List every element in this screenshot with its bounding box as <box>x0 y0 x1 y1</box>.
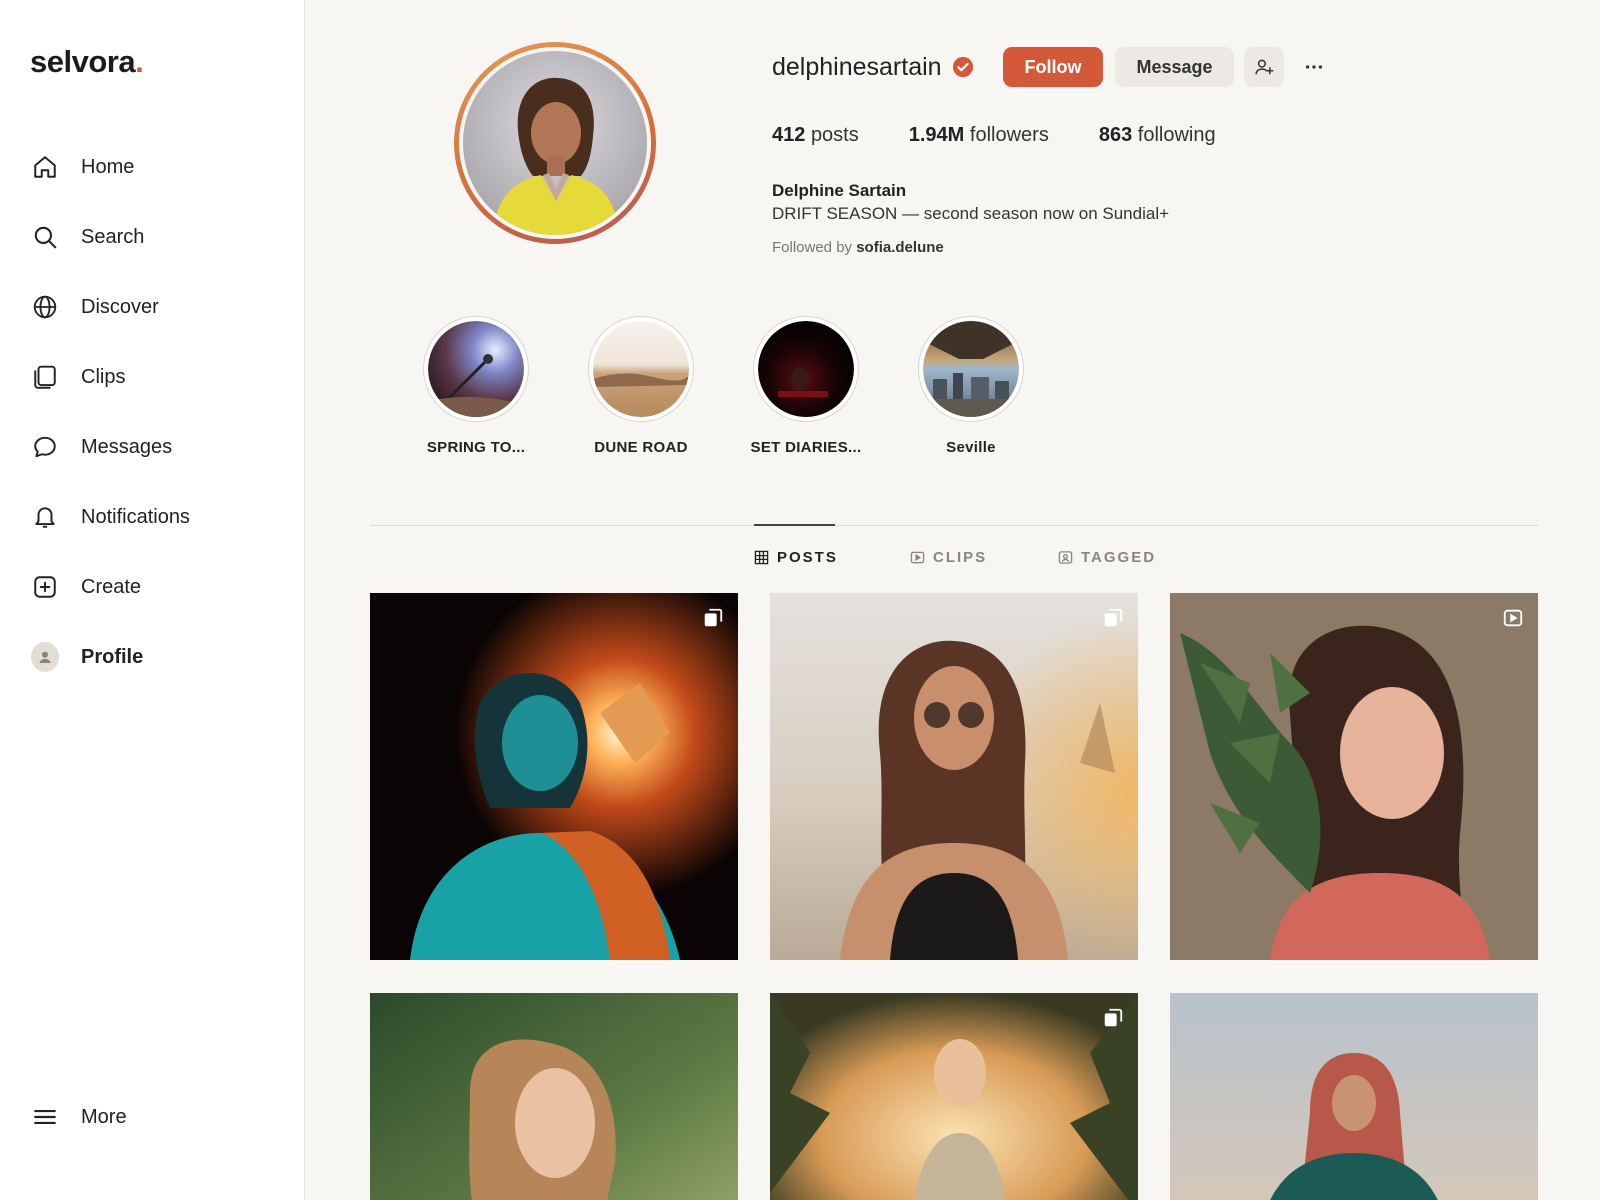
globe-icon <box>31 293 59 321</box>
sidebar-item-label: Profile <box>81 645 144 668</box>
clip-play-icon <box>1502 607 1524 634</box>
sidebar-item-label: Create <box>81 575 142 598</box>
highlight-cover <box>923 321 1019 417</box>
hamburger-menu-icon <box>31 1103 59 1131</box>
sidebar-item-more[interactable]: More <box>0 1082 304 1152</box>
sidebar-nav: Home Search Discover Clips Messages Noti… <box>0 132 304 692</box>
sidebar-item-label: Clips <box>81 365 126 388</box>
sidebar-item-profile[interactable]: Profile <box>0 622 304 692</box>
profile-avatar-ring[interactable] <box>454 42 656 244</box>
active-tab-indicator <box>754 524 835 526</box>
highlight-cover <box>428 321 524 417</box>
profile-bio: DRIFT SEASON — second season now on Sund… <box>772 204 1170 223</box>
post-image <box>370 993 738 1200</box>
post-image <box>770 993 1138 1200</box>
highlight-item[interactable]: SPRING TO... <box>411 316 541 456</box>
highlight-label: SET DIARIES... <box>750 439 862 456</box>
add-user-icon <box>1254 57 1274 77</box>
sidebar-item-label: Home <box>81 155 135 178</box>
tab-clips[interactable]: CLIPS <box>910 549 987 566</box>
highlight-cover <box>758 321 854 417</box>
profile-display-name: Delphine Sartain <box>772 181 907 200</box>
brand-dot: . <box>135 44 144 79</box>
highlight-item[interactable]: SET DIARIES... <box>741 316 871 456</box>
home-icon <box>31 153 59 181</box>
followed-by: Followed by sofia.delune <box>772 239 944 256</box>
sidebar: selvora. Home Search Discover Clips Mess… <box>0 0 305 1200</box>
plus-square-icon <box>31 573 59 601</box>
highlight-item[interactable]: DUNE ROAD <box>576 316 706 456</box>
sidebar-item-label: Notifications <box>81 505 190 528</box>
tag-person-icon <box>1058 550 1073 565</box>
sidebar-item-notifications[interactable]: Notifications <box>0 482 304 552</box>
carousel-icon <box>702 607 724 634</box>
tab-label: POSTS <box>777 549 838 566</box>
profile-avatar <box>463 51 647 235</box>
highlight-cover <box>593 321 689 417</box>
message-bubble-icon <box>31 433 59 461</box>
suggest-user-button[interactable] <box>1244 47 1284 87</box>
clip-play-icon <box>910 550 925 565</box>
highlight-label: SPRING TO... <box>426 439 526 456</box>
profile-username: delphinesartain <box>772 52 942 81</box>
post-tile[interactable] <box>770 593 1138 960</box>
tab-posts[interactable]: POSTS <box>754 549 838 566</box>
sidebar-item-messages[interactable]: Messages <box>0 412 304 482</box>
followed-by-user-link[interactable]: sofia.delune <box>856 239 944 256</box>
posts-count: 412 posts <box>772 124 859 146</box>
post-image <box>1170 593 1538 960</box>
bell-icon <box>31 503 59 531</box>
sidebar-item-clips[interactable]: Clips <box>0 342 304 412</box>
highlight-label: Seville <box>946 439 996 456</box>
highlight-item[interactable]: Seville <box>906 316 1036 456</box>
sidebar-item-home[interactable]: Home <box>0 132 304 202</box>
followers-count[interactable]: 1.94M followers <box>909 124 1049 147</box>
post-tile[interactable] <box>370 993 738 1200</box>
profile-stats: 412 posts 1.94M followers 863 following <box>772 124 1266 147</box>
post-image <box>770 593 1138 960</box>
post-tile[interactable] <box>1170 993 1538 1200</box>
verified-badge-icon <box>952 56 974 78</box>
sidebar-item-create[interactable]: Create <box>0 552 304 622</box>
carousel-icon <box>1102 607 1124 634</box>
post-image <box>1170 993 1538 1200</box>
tab-tagged[interactable]: TAGGED <box>1058 549 1156 566</box>
brand-logo[interactable]: selvora. <box>30 44 144 80</box>
avatar <box>31 642 59 672</box>
carousel-icon <box>1102 1007 1124 1034</box>
sidebar-item-label: Messages <box>81 435 173 458</box>
tab-label: CLIPS <box>933 549 988 566</box>
post-image <box>370 593 738 960</box>
sidebar-item-label: Discover <box>81 295 159 318</box>
sidebar-item-label: More <box>81 1105 127 1128</box>
following-count[interactable]: 863 following <box>1099 124 1216 147</box>
tabs-divider <box>370 525 1538 526</box>
post-tile[interactable] <box>1170 593 1538 960</box>
follow-button[interactable]: Follow <box>1003 47 1103 87</box>
post-tile[interactable] <box>370 593 738 960</box>
sidebar-item-discover[interactable]: Discover <box>0 272 304 342</box>
brand-name: selvora <box>30 44 136 79</box>
tab-label: TAGGED <box>1081 549 1157 566</box>
sidebar-item-search[interactable]: Search <box>0 202 304 272</box>
message-button[interactable]: Message <box>1115 47 1234 87</box>
post-tile[interactable] <box>770 993 1138 1200</box>
followed-by-prefix: Followed by <box>772 239 853 256</box>
search-icon <box>31 223 59 251</box>
sidebar-item-label: Search <box>81 225 145 248</box>
grid-icon <box>754 550 769 565</box>
highlight-label: DUNE ROAD <box>594 439 688 456</box>
options-button[interactable] <box>1296 47 1332 87</box>
more-horizontal-icon <box>1303 56 1325 78</box>
clips-icon <box>31 363 59 391</box>
username-row: delphinesartain <box>772 46 974 88</box>
